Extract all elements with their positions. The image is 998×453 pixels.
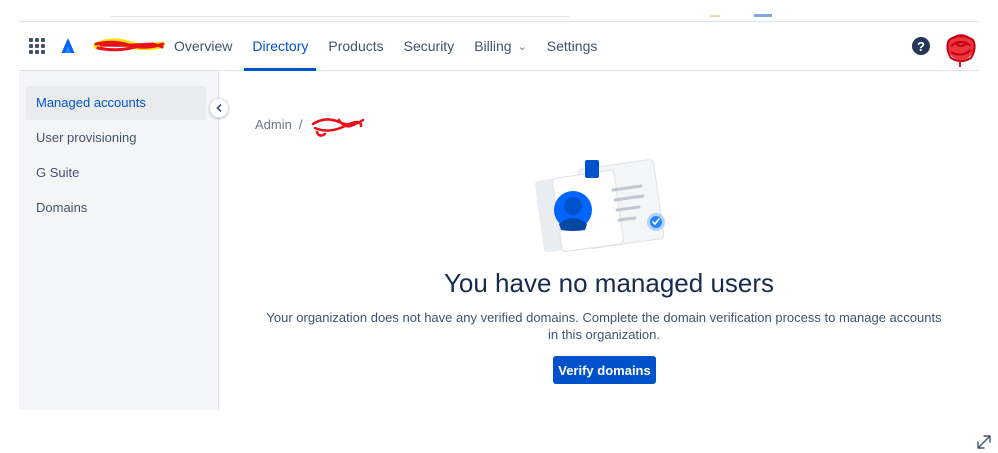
app-switcher-icon[interactable] [29, 38, 45, 54]
empty-state-description: Your organization does not have any veri… [266, 310, 942, 342]
top-mark [710, 15, 720, 17]
tab-label: Directory [252, 38, 309, 54]
avatar[interactable] [941, 28, 981, 68]
help-icon[interactable]: ? [912, 37, 930, 55]
empty-state-title: You have no managed users [443, 268, 775, 298]
breadcrumb-separator: / [298, 116, 303, 132]
organization-name-redacted [93, 38, 165, 52]
sidebar-item-label: G Suite [36, 165, 80, 180]
atlassian-logo-icon[interactable] [59, 37, 77, 55]
sidebar: Managed accounts User provisioning G Sui… [19, 71, 219, 410]
tab-security[interactable]: Security [394, 22, 465, 70]
sidebar-item-domains[interactable]: Domains [26, 191, 206, 225]
breadcrumb: Admin / [255, 108, 365, 140]
top-navigation: Overview Directory Products Security Bil… [19, 21, 979, 71]
tab-label: Settings [546, 38, 598, 54]
sidebar-item-label: Domains [36, 200, 88, 215]
tab-products[interactable]: Products [318, 22, 393, 70]
sidebar-item-label: Managed accounts [36, 95, 146, 110]
tab-label: Products [328, 38, 384, 54]
tab-label: Overview [174, 38, 233, 54]
help-glyph: ? [917, 38, 925, 54]
tab-label: Billing [474, 38, 512, 54]
sidebar-collapse-button[interactable] [209, 98, 229, 118]
tab-label: Security [403, 38, 455, 54]
sidebar-item-managed-accounts[interactable]: Managed accounts [26, 86, 206, 120]
sidebar-item-g-suite[interactable]: G Suite [26, 156, 206, 190]
top-mark [754, 14, 772, 17]
chevron-left-icon [216, 104, 222, 112]
empty-state-illustration [535, 159, 665, 253]
nav-tabs: Overview Directory Products Security Bil… [164, 22, 608, 71]
chevron-down-icon: ⌄ [517, 40, 527, 53]
sidebar-item-user-provisioning[interactable]: User provisioning [26, 121, 206, 155]
breadcrumb-org-redacted [312, 118, 365, 137]
verify-domains-button[interactable]: Verify domains [553, 356, 656, 384]
expand-icon[interactable] [975, 433, 993, 451]
sidebar-item-label: User provisioning [36, 130, 137, 145]
breadcrumb-admin[interactable]: Admin [255, 117, 292, 132]
tab-overview[interactable]: Overview [164, 22, 242, 70]
button-label: Verify domains [558, 362, 651, 378]
tab-billing[interactable]: Billing ⌄ [464, 22, 537, 70]
top-strip [110, 16, 570, 17]
tab-settings[interactable]: Settings [537, 22, 608, 70]
tab-directory[interactable]: Directory [242, 22, 318, 71]
